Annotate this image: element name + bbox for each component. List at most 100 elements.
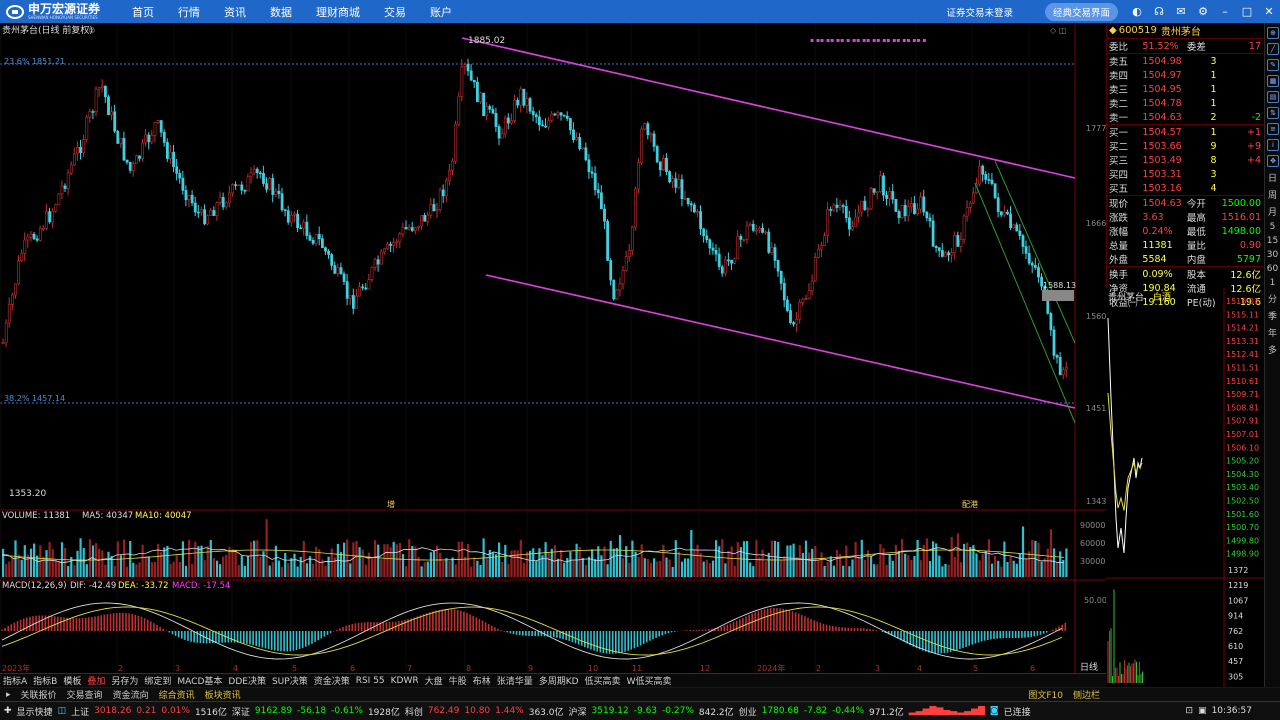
period-button-4[interactable]: 15 <box>1265 236 1280 246</box>
tool-grid-icon[interactable]: ▦ <box>1267 75 1279 87</box>
indicator-tab-15[interactable]: 张清华量 <box>497 674 533 687</box>
period-button-7[interactable]: 1 <box>1265 278 1280 288</box>
stats-row-2: 涨幅 0.24% 最低 1498.00 <box>1107 224 1263 239</box>
bid-row-3[interactable]: 买三 1503.49 8 +4 <box>1107 153 1263 168</box>
intraday-svg[interactable]: 1516.01 1515.11 1514.21 1513.31 1512.41 1511.… <box>1106 288 1264 697</box>
indicator-tab-9[interactable]: 资金决策 <box>314 674 350 687</box>
bid-row-1[interactable]: 买一 1504.57 1 +1 <box>1107 124 1263 139</box>
indicator-tab-11[interactable]: KDWR <box>391 676 419 686</box>
period-button-0[interactable]: 日 <box>1265 171 1280 184</box>
event-marker-add[interactable]: 增 <box>387 499 395 509</box>
subbar-plus-icon[interactable]: ▸ <box>6 690 11 700</box>
subtab-quote[interactable]: 关联报价 <box>21 688 57 701</box>
message-icon[interactable]: ✉ <box>1174 5 1188 19</box>
period-button-9[interactable]: 季 <box>1265 309 1280 322</box>
candle-body <box>758 228 761 231</box>
chart-settings-icon[interactable]: ⊗ <box>88 26 96 36</box>
bid-row-5[interactable]: 买五 1503.16 4 <box>1107 181 1263 196</box>
tool-list-icon[interactable]: ≡ <box>1267 123 1279 135</box>
period-button-5[interactable]: 30 <box>1265 250 1280 260</box>
indicator-tab-18[interactable]: W低买高卖 <box>627 674 672 687</box>
subtab-sidebar[interactable]: 侧边栏 <box>1073 688 1100 701</box>
period-button-6[interactable]: 60 <box>1265 264 1280 274</box>
subtab-sector-news[interactable]: 板块资讯 <box>205 688 241 701</box>
subtab-f10[interactable]: 图文F10 <box>1028 688 1063 701</box>
ask-row-2[interactable]: 卖二 1504.78 1 <box>1107 96 1263 111</box>
indicator-tab-7[interactable]: DDE决策 <box>228 674 266 687</box>
indicator-tab-1[interactable]: 指标B <box>33 674 57 687</box>
subtab-trade-query[interactable]: 交易查询 <box>67 688 103 701</box>
nav-home[interactable]: 首页 <box>132 4 154 20</box>
indicator-tab-16[interactable]: 多周期KD <box>539 674 579 687</box>
nav-news[interactable]: 资讯 <box>224 4 246 20</box>
login-status[interactable]: 证券交易未登录 <box>946 5 1013 19</box>
indicator-tab-12[interactable]: 大盘 <box>425 674 443 687</box>
candle-body <box>497 126 501 139</box>
tool-move-icon[interactable]: ✥ <box>1267 155 1279 167</box>
period-button-11[interactable]: 多 <box>1265 343 1280 356</box>
period-button-10[interactable]: 年 <box>1265 326 1280 339</box>
lock-icon[interactable]: ⊡ <box>1186 706 1194 716</box>
connection-icon: ◙ <box>989 706 999 716</box>
indicator-tab-10[interactable]: RSI 55 <box>356 676 385 686</box>
status-plus-icon[interactable]: ✚ <box>4 706 12 716</box>
date-label-1: 2 <box>118 664 123 673</box>
ask-row-1[interactable]: 卖一 1504.63 2 -2 <box>1107 110 1263 125</box>
tool-compare-icon[interactable]: ⇅ <box>1267 107 1279 119</box>
indicator-tab-6[interactable]: MACD基本 <box>177 674 222 687</box>
volume-bar <box>1025 558 1028 577</box>
indicator-tab-0[interactable]: 指标A <box>3 674 27 687</box>
status-shortcut[interactable]: 显示快捷 <box>17 705 53 718</box>
ask-row-1-col0: 卖一 <box>1109 113 1129 124</box>
indicator-tab-5[interactable]: 绑定到 <box>144 674 171 687</box>
period-button-2[interactable]: 月 <box>1265 205 1280 218</box>
ask-row-5[interactable]: 卖五 1504.98 3 <box>1107 54 1263 69</box>
chart-expand-icon[interactable]: ◇ ◫ <box>1050 26 1066 35</box>
candle-body <box>661 158 665 171</box>
maximize-icon[interactable]: □ <box>1240 5 1254 19</box>
minimize-icon[interactable]: – <box>1218 5 1232 19</box>
tool-chart-icon[interactable]: ▤ <box>1267 91 1279 103</box>
candle-body <box>795 318 799 325</box>
subtab-news[interactable]: 综合资讯 <box>159 688 195 701</box>
tool-info-icon[interactable]: i <box>1267 139 1279 151</box>
settings-icon[interactable]: ⚙ <box>1196 5 1210 19</box>
tool-zoom-icon[interactable]: ⊕ <box>1267 27 1279 39</box>
kline-svg[interactable]: ▪ ▪▪ ▪▪ ▪▪ ▪ ▪▪ ▪▪ ▪▪ ▪▪ ▪▪ ▪▪ ▪▪ ▪ ◇ ◫ 贵… <box>0 23 1107 673</box>
indicator-tab-8[interactable]: SUP决策 <box>272 674 308 687</box>
volume-bar <box>144 555 147 577</box>
period-button-3[interactable]: 5 <box>1265 222 1280 232</box>
ask-row-3[interactable]: 卖三 1504.95 1 <box>1107 82 1263 97</box>
indicator-tab-2[interactable]: 模板 <box>63 674 81 687</box>
headset-icon[interactable]: ☊ <box>1152 5 1166 19</box>
status-tool-icon[interactable]: ▣ <box>1198 706 1207 716</box>
intraday-sector-tag[interactable]: 白酒 <box>1153 293 1171 303</box>
indicator-tab-13[interactable]: 牛股 <box>449 674 467 687</box>
ask-row-4[interactable]: 卖四 1504.97 1 <box>1107 68 1263 83</box>
bid-row-4[interactable]: 买四 1503.31 3 <box>1107 167 1263 182</box>
nav-trade[interactable]: 交易 <box>384 4 406 20</box>
indicator-tab-4[interactable]: 另存为 <box>111 674 138 687</box>
nav-market[interactable]: 行情 <box>178 4 200 20</box>
period-label[interactable]: 日线 <box>1080 661 1098 673</box>
subtab-fund-flow[interactable]: 资金流向 <box>113 688 149 701</box>
kline-chart-area[interactable]: ▪ ▪▪ ▪▪ ▪▪ ▪ ▪▪ ▪▪ ▪▪ ▪▪ ▪▪ ▪▪ ▪▪ ▪ ◇ ◫ 贵… <box>0 23 1107 673</box>
nav-account[interactable]: 账户 <box>430 4 452 20</box>
intraday-chart[interactable]: 1516.01 1515.11 1514.21 1513.31 1512.41 1511.… <box>1106 288 1264 697</box>
stock-star-icon[interactable]: ◆ <box>1109 25 1117 36</box>
event-marker-hk[interactable]: 配港 <box>962 499 978 509</box>
tool-draw-icon[interactable]: ✎ <box>1267 59 1279 71</box>
indicator-tab-3[interactable]: 叠加 <box>87 674 105 687</box>
tool-line-icon[interactable]: ╱ <box>1267 43 1279 55</box>
indicator-tab-17[interactable]: 低买高卖 <box>585 674 621 687</box>
period-button-1[interactable]: 周 <box>1265 188 1280 201</box>
volume-bar <box>1009 556 1012 577</box>
bid-row-2[interactable]: 买二 1503.66 9 +9 <box>1107 139 1263 154</box>
skin-icon[interactable]: ◐ <box>1130 5 1144 19</box>
nav-wealth[interactable]: 理财商城 <box>316 4 360 20</box>
close-icon[interactable]: ✕ <box>1262 5 1276 19</box>
nav-data[interactable]: 数据 <box>270 4 292 20</box>
period-button-8[interactable]: 分 <box>1265 292 1280 305</box>
classic-trade-button[interactable]: 经典交易界面 <box>1044 2 1118 21</box>
indicator-tab-14[interactable]: 布林 <box>473 674 491 687</box>
